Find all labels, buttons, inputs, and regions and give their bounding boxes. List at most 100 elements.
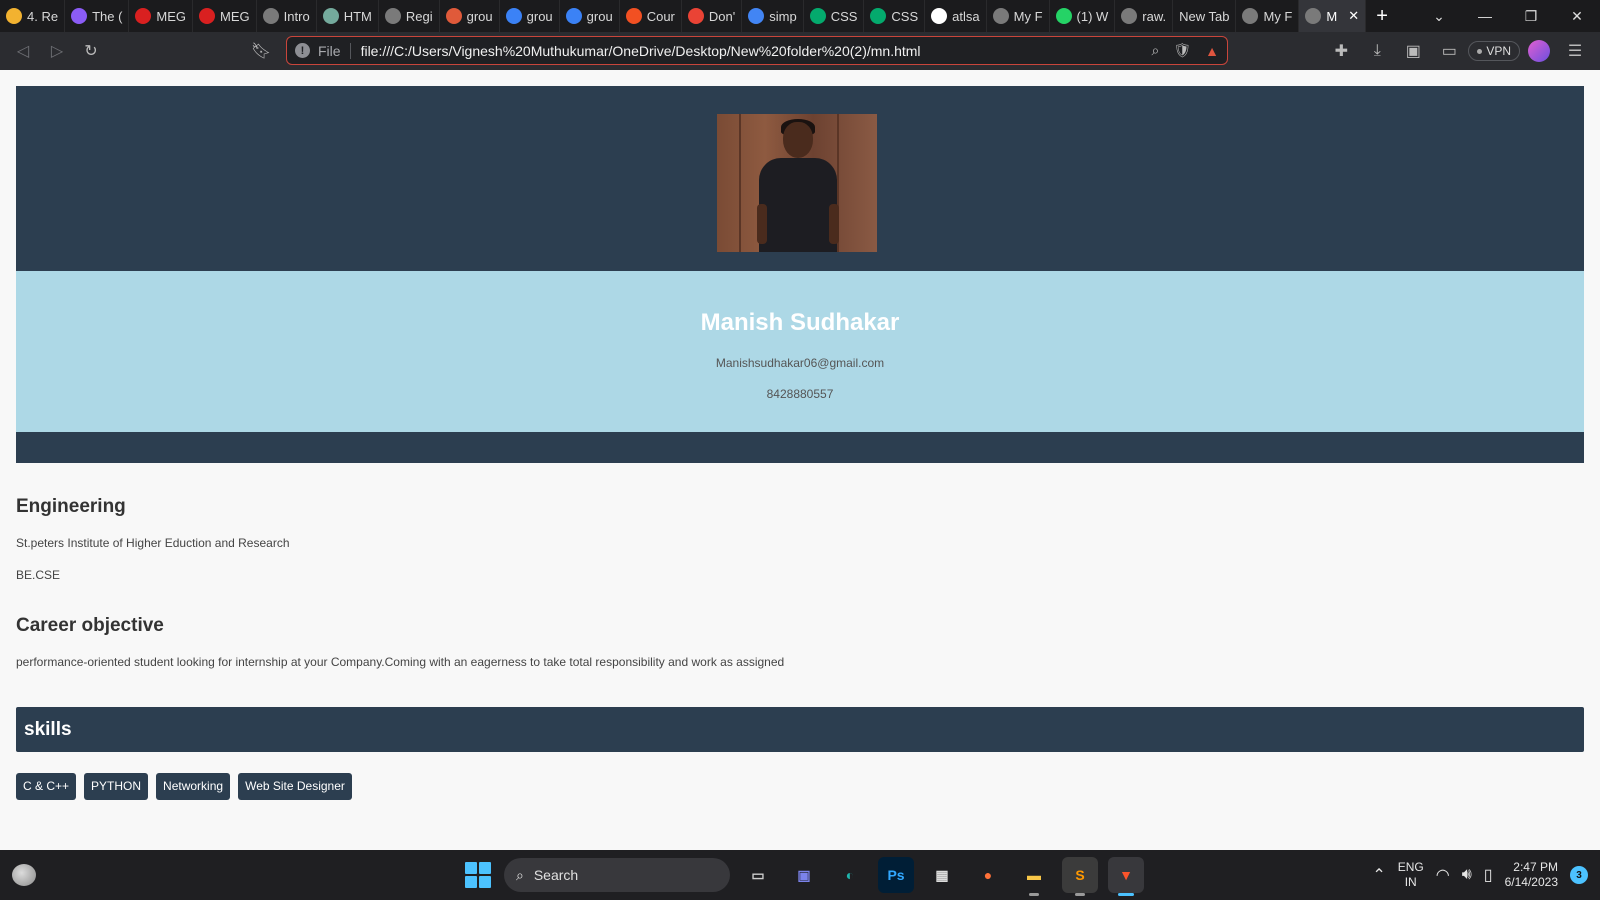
browser-tab[interactable]: CSS: [804, 0, 865, 32]
skill-chip: Web Site Designer: [238, 773, 352, 800]
new-tab-button[interactable]: +: [1366, 5, 1398, 28]
u-icon: [71, 8, 88, 24]
toolbar-right-group: ✚ ⤓ ▣ ▭ VPN ☰: [1324, 32, 1600, 70]
language-region: IN: [1404, 875, 1417, 889]
tab-title: grou: [466, 8, 493, 24]
browser-tab[interactable]: My F: [987, 0, 1050, 32]
browser-tab[interactable]: grou: [440, 0, 500, 32]
education-degree: BE.CSE: [16, 568, 61, 582]
close-tab-icon[interactable]: ✕: [1348, 8, 1359, 24]
start-button[interactable]: [462, 859, 494, 891]
tab-search-chevron-icon[interactable]: ⌄: [1416, 0, 1462, 32]
site-info-icon[interactable]: !: [295, 43, 310, 58]
browser-tab[interactable]: simp: [742, 0, 804, 32]
chevron-up-icon[interactable]: ⌃: [1372, 865, 1385, 885]
firefox-icon[interactable]: ●: [970, 857, 1006, 893]
browser-tab[interactable]: grou: [500, 0, 560, 32]
brave-shields-icon[interactable]: 🛡︎: [1173, 42, 1191, 59]
teams-chat-icon[interactable]: ▣: [786, 857, 822, 893]
clock[interactable]: 2:47 PM 6/14/2023: [1505, 860, 1558, 890]
browser-tab[interactable]: CSS: [864, 0, 926, 32]
brave-browser-icon[interactable]: ▼: [1108, 857, 1144, 896]
sidebar-icon[interactable]: ▣: [1396, 36, 1430, 66]
bookmark-icon[interactable]: 🔖︎: [244, 36, 278, 66]
skills-list: C & C++ PYTHON Networking Web Site Designer: [16, 773, 352, 800]
running-indicator: [1029, 893, 1039, 896]
language-indicator[interactable]: ENG IN: [1398, 860, 1424, 890]
browser-tab[interactable]: HTM: [317, 0, 379, 32]
browser-tab[interactable]: The (: [65, 0, 130, 32]
tab-title: My F: [1263, 8, 1293, 24]
minimize-button[interactable]: —: [1462, 0, 1508, 32]
maximize-button[interactable]: ❐: [1508, 0, 1554, 32]
browser-tab[interactable]: raw.: [1115, 0, 1174, 32]
bio-panel: Manish Sudhakar Manishsudhakar06@gmail.c…: [16, 271, 1584, 432]
forward-button[interactable]: ▷: [40, 36, 74, 66]
taskbar-apps: ⌕ Search ▭ ▣ ◐ Ps ▦ ● ▬ S ▼: [462, 857, 1144, 896]
zoom-icon[interactable]: ⌕: [1152, 42, 1160, 59]
photo-head: [783, 122, 813, 158]
reload-button[interactable]: ↻: [74, 36, 108, 66]
profile-phone: 8428880557: [766, 387, 834, 401]
profile-button[interactable]: [1522, 36, 1556, 66]
url-text[interactable]: file:///C:/Users/Vignesh%20Muthukumar/On…: [361, 43, 1138, 59]
m-red-icon: [135, 8, 152, 24]
wallet-icon[interactable]: ▭: [1432, 36, 1466, 66]
browser-tab[interactable]: Regi: [379, 0, 440, 32]
skills-title: skills: [24, 719, 72, 740]
profile-email: Manishsudhakar06@gmail.com: [715, 356, 885, 370]
browser-tab[interactable]: Don': [682, 0, 743, 32]
browser-tab[interactable]: M ✕: [1299, 0, 1367, 32]
vpn-button[interactable]: VPN: [1468, 41, 1520, 61]
skill-chip: C & C++: [16, 773, 77, 800]
tab-title: atlsa: [952, 8, 980, 24]
extensions-icon[interactable]: ✚: [1324, 36, 1358, 66]
tab-title: M: [1326, 8, 1338, 24]
globe-icon: [1305, 8, 1322, 24]
wifi-icon[interactable]: ◠: [1436, 865, 1450, 885]
close-window-button[interactable]: ✕: [1554, 0, 1600, 32]
notification-badge[interactable]: 3: [1570, 866, 1588, 884]
downloads-icon[interactable]: ⤓: [1360, 36, 1394, 66]
browser-tab[interactable]: Cour: [620, 0, 682, 32]
browser-tab[interactable]: grou: [560, 0, 620, 32]
browser-tab[interactable]: MEG: [193, 0, 257, 32]
file-explorer-icon[interactable]: ▬: [1016, 857, 1052, 896]
volume-icon[interactable]: 🔊︎: [1462, 866, 1472, 884]
tab-title: MEG: [220, 8, 250, 24]
taskbar-search[interactable]: ⌕ Search: [504, 858, 730, 892]
photo-door-line: [739, 114, 741, 252]
task-view-icon[interactable]: ▭: [740, 857, 776, 893]
battery-icon[interactable]: ▯: [1484, 865, 1493, 885]
career-text: performance-oriented student looking for…: [16, 655, 785, 669]
browser-tab[interactable]: (1) W: [1050, 0, 1116, 32]
running-indicator: [1075, 893, 1085, 896]
browser-tab[interactable]: New Tab: [1173, 0, 1237, 32]
photo-arm: [829, 204, 839, 244]
tab-title: The (: [92, 8, 123, 24]
browser-tab[interactable]: 4. Re: [0, 0, 66, 32]
globe-icon: [1242, 8, 1259, 24]
menu-icon[interactable]: ☰: [1558, 36, 1592, 66]
w3schools-icon: [870, 8, 887, 24]
education-title: Engineering: [16, 496, 126, 517]
photoshop-icon[interactable]: Ps: [878, 857, 914, 893]
store-icon[interactable]: ▦: [924, 857, 960, 893]
start-tile: [465, 862, 477, 874]
address-bar[interactable]: ! File file:///C:/Users/Vignesh%20Muthuk…: [286, 36, 1228, 65]
sublime-text-icon[interactable]: S: [1062, 857, 1098, 896]
weather-icon[interactable]: [12, 864, 36, 886]
globe-icon: [384, 8, 401, 24]
photo-arm: [757, 204, 767, 244]
globe-icon: [992, 8, 1009, 24]
browser-tab[interactable]: atlsa: [925, 0, 987, 32]
browser-tab[interactable]: MEG: [129, 0, 194, 32]
browser-tab[interactable]: My F: [1236, 0, 1300, 32]
back-button[interactable]: ◁: [6, 36, 40, 66]
clock-date: 6/14/2023: [1504, 875, 1558, 889]
brave-rewards-icon[interactable]: ▲: [1205, 43, 1219, 59]
browser-tab[interactable]: Intro: [257, 0, 317, 32]
tab-title: simp: [769, 8, 797, 24]
edge-icon[interactable]: ◐: [832, 857, 868, 893]
start-tile: [479, 876, 491, 888]
